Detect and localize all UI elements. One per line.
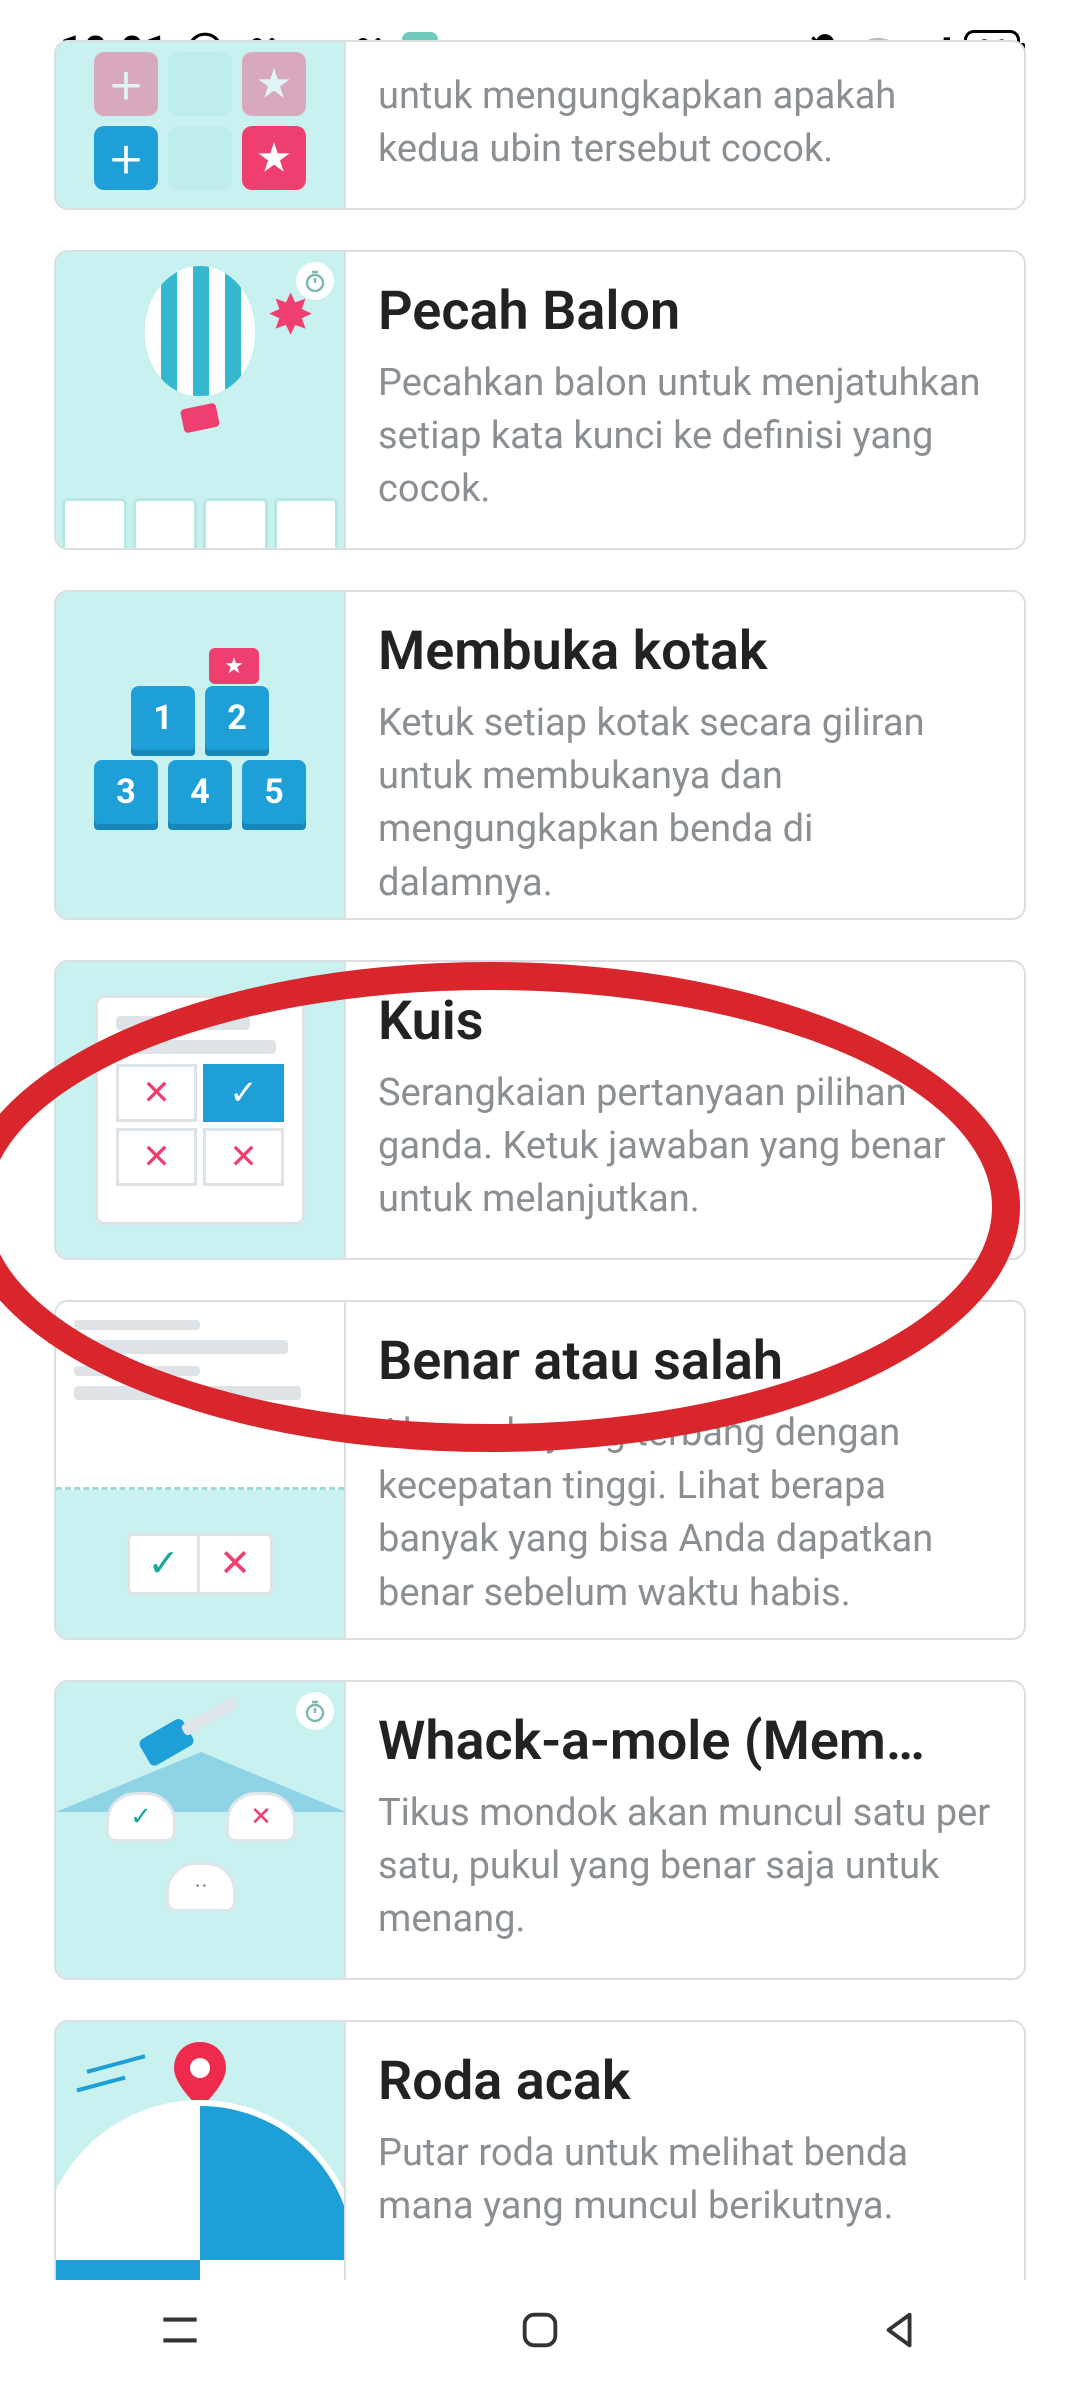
template-card-truefalse[interactable]: ✓ ✕ Benar atau salah Akan ada yang terba… (54, 1300, 1026, 1640)
thumb-wheel (56, 2022, 346, 2280)
box-2: 2 (205, 686, 269, 750)
mole-correct-icon: ✓ (106, 1792, 176, 1842)
check-icon: ✓ (203, 1064, 284, 1122)
card-title: Whack-a-mole (Mem… (378, 1710, 992, 1773)
star-icon: ★ (209, 648, 259, 684)
box-4: 4 (168, 760, 232, 824)
burst-icon: ✸ (267, 282, 314, 348)
wheel-icon (56, 2100, 344, 2280)
motion-line-icon (76, 2076, 125, 2093)
template-card-balloon[interactable]: ✸ Pecah Balon Pecahkan balon untuk menja… (54, 250, 1026, 550)
card-title: Membuka kotak (378, 620, 992, 683)
thumb-whack: ✓ ✕ ·· (56, 1682, 346, 1978)
x-icon: ✕ (116, 1064, 197, 1122)
balloon-icon (145, 266, 255, 396)
thumb-truefalse: ✓ ✕ (56, 1302, 346, 1638)
blank-tile (168, 52, 232, 116)
box-5: 5 (242, 760, 306, 824)
home-button[interactable] (510, 2300, 570, 2360)
star-icon: ★ (242, 126, 306, 190)
template-list[interactable]: ＋ ★ ＋ ★ untuk mengungkapkan apakah kedua… (0, 40, 1080, 2280)
blank-tile (168, 126, 232, 190)
card-desc: Tikus mondok akan muncul satu per satu, … (378, 1787, 992, 1947)
tag-icon (180, 403, 220, 434)
card-title: Roda acak (378, 2050, 992, 2113)
template-card-matching[interactable]: ＋ ★ ＋ ★ untuk mengungkapkan apakah kedua… (54, 40, 1026, 210)
plus-icon: ＋ (94, 52, 158, 116)
template-card-wheel[interactable]: Roda acak Putar roda untuk melihat benda… (54, 2020, 1026, 2280)
thumb-balloon: ✸ (56, 252, 346, 548)
card-title: Pecah Balon (378, 280, 992, 343)
card-desc: Akan ada yang terbang dengan kecepatan t… (378, 1407, 992, 1620)
template-card-whack[interactable]: ✓ ✕ ·· Whack-a-mole (Mem… Tikus mondok a… (54, 1680, 1026, 1980)
thumb-openbox: ★ 1 2 3 4 5 (56, 592, 346, 918)
template-card-openbox[interactable]: ★ 1 2 3 4 5 Membuka kotak Ketuk setiap k… (54, 590, 1026, 920)
box-3: 3 (94, 760, 158, 824)
template-card-quiz[interactable]: ✕ ✓ ✕ ✕ Kuis Serangkaian pertanyaan pili… (54, 960, 1026, 1260)
card-title: Benar atau salah (378, 1330, 992, 1393)
carts-icon (56, 498, 344, 548)
motion-line-icon (87, 2054, 146, 2073)
box-1: 1 (131, 686, 195, 750)
system-navbar (0, 2260, 1080, 2400)
x-icon: ✕ (200, 1536, 270, 1592)
card-desc: untuk mengungkapkan apakah kedua ubin te… (378, 70, 992, 176)
card-desc: Ketuk setiap kotak secara giliran untuk … (378, 697, 992, 910)
mole-wrong-icon: ✕ (226, 1792, 296, 1842)
thumb-quiz: ✕ ✓ ✕ ✕ (56, 962, 346, 1258)
star-icon: ★ (242, 52, 306, 116)
mole-icon: ·· (166, 1862, 236, 1912)
x-icon: ✕ (116, 1128, 197, 1186)
x-icon: ✕ (203, 1128, 284, 1186)
card-title: Kuis (378, 990, 992, 1053)
back-button[interactable] (870, 2300, 930, 2360)
thumb-matching: ＋ ★ ＋ ★ (56, 42, 346, 208)
check-icon: ✓ (130, 1536, 200, 1592)
recent-apps-button[interactable] (150, 2300, 210, 2360)
card-desc: Serangkaian pertanyaan pilihan ganda. Ke… (378, 1067, 992, 1227)
card-desc: Pecahkan balon untuk menjatuhkan setiap … (378, 357, 992, 517)
plus-icon: ＋ (94, 126, 158, 190)
card-desc: Putar roda untuk melihat benda mana yang… (378, 2127, 992, 2233)
